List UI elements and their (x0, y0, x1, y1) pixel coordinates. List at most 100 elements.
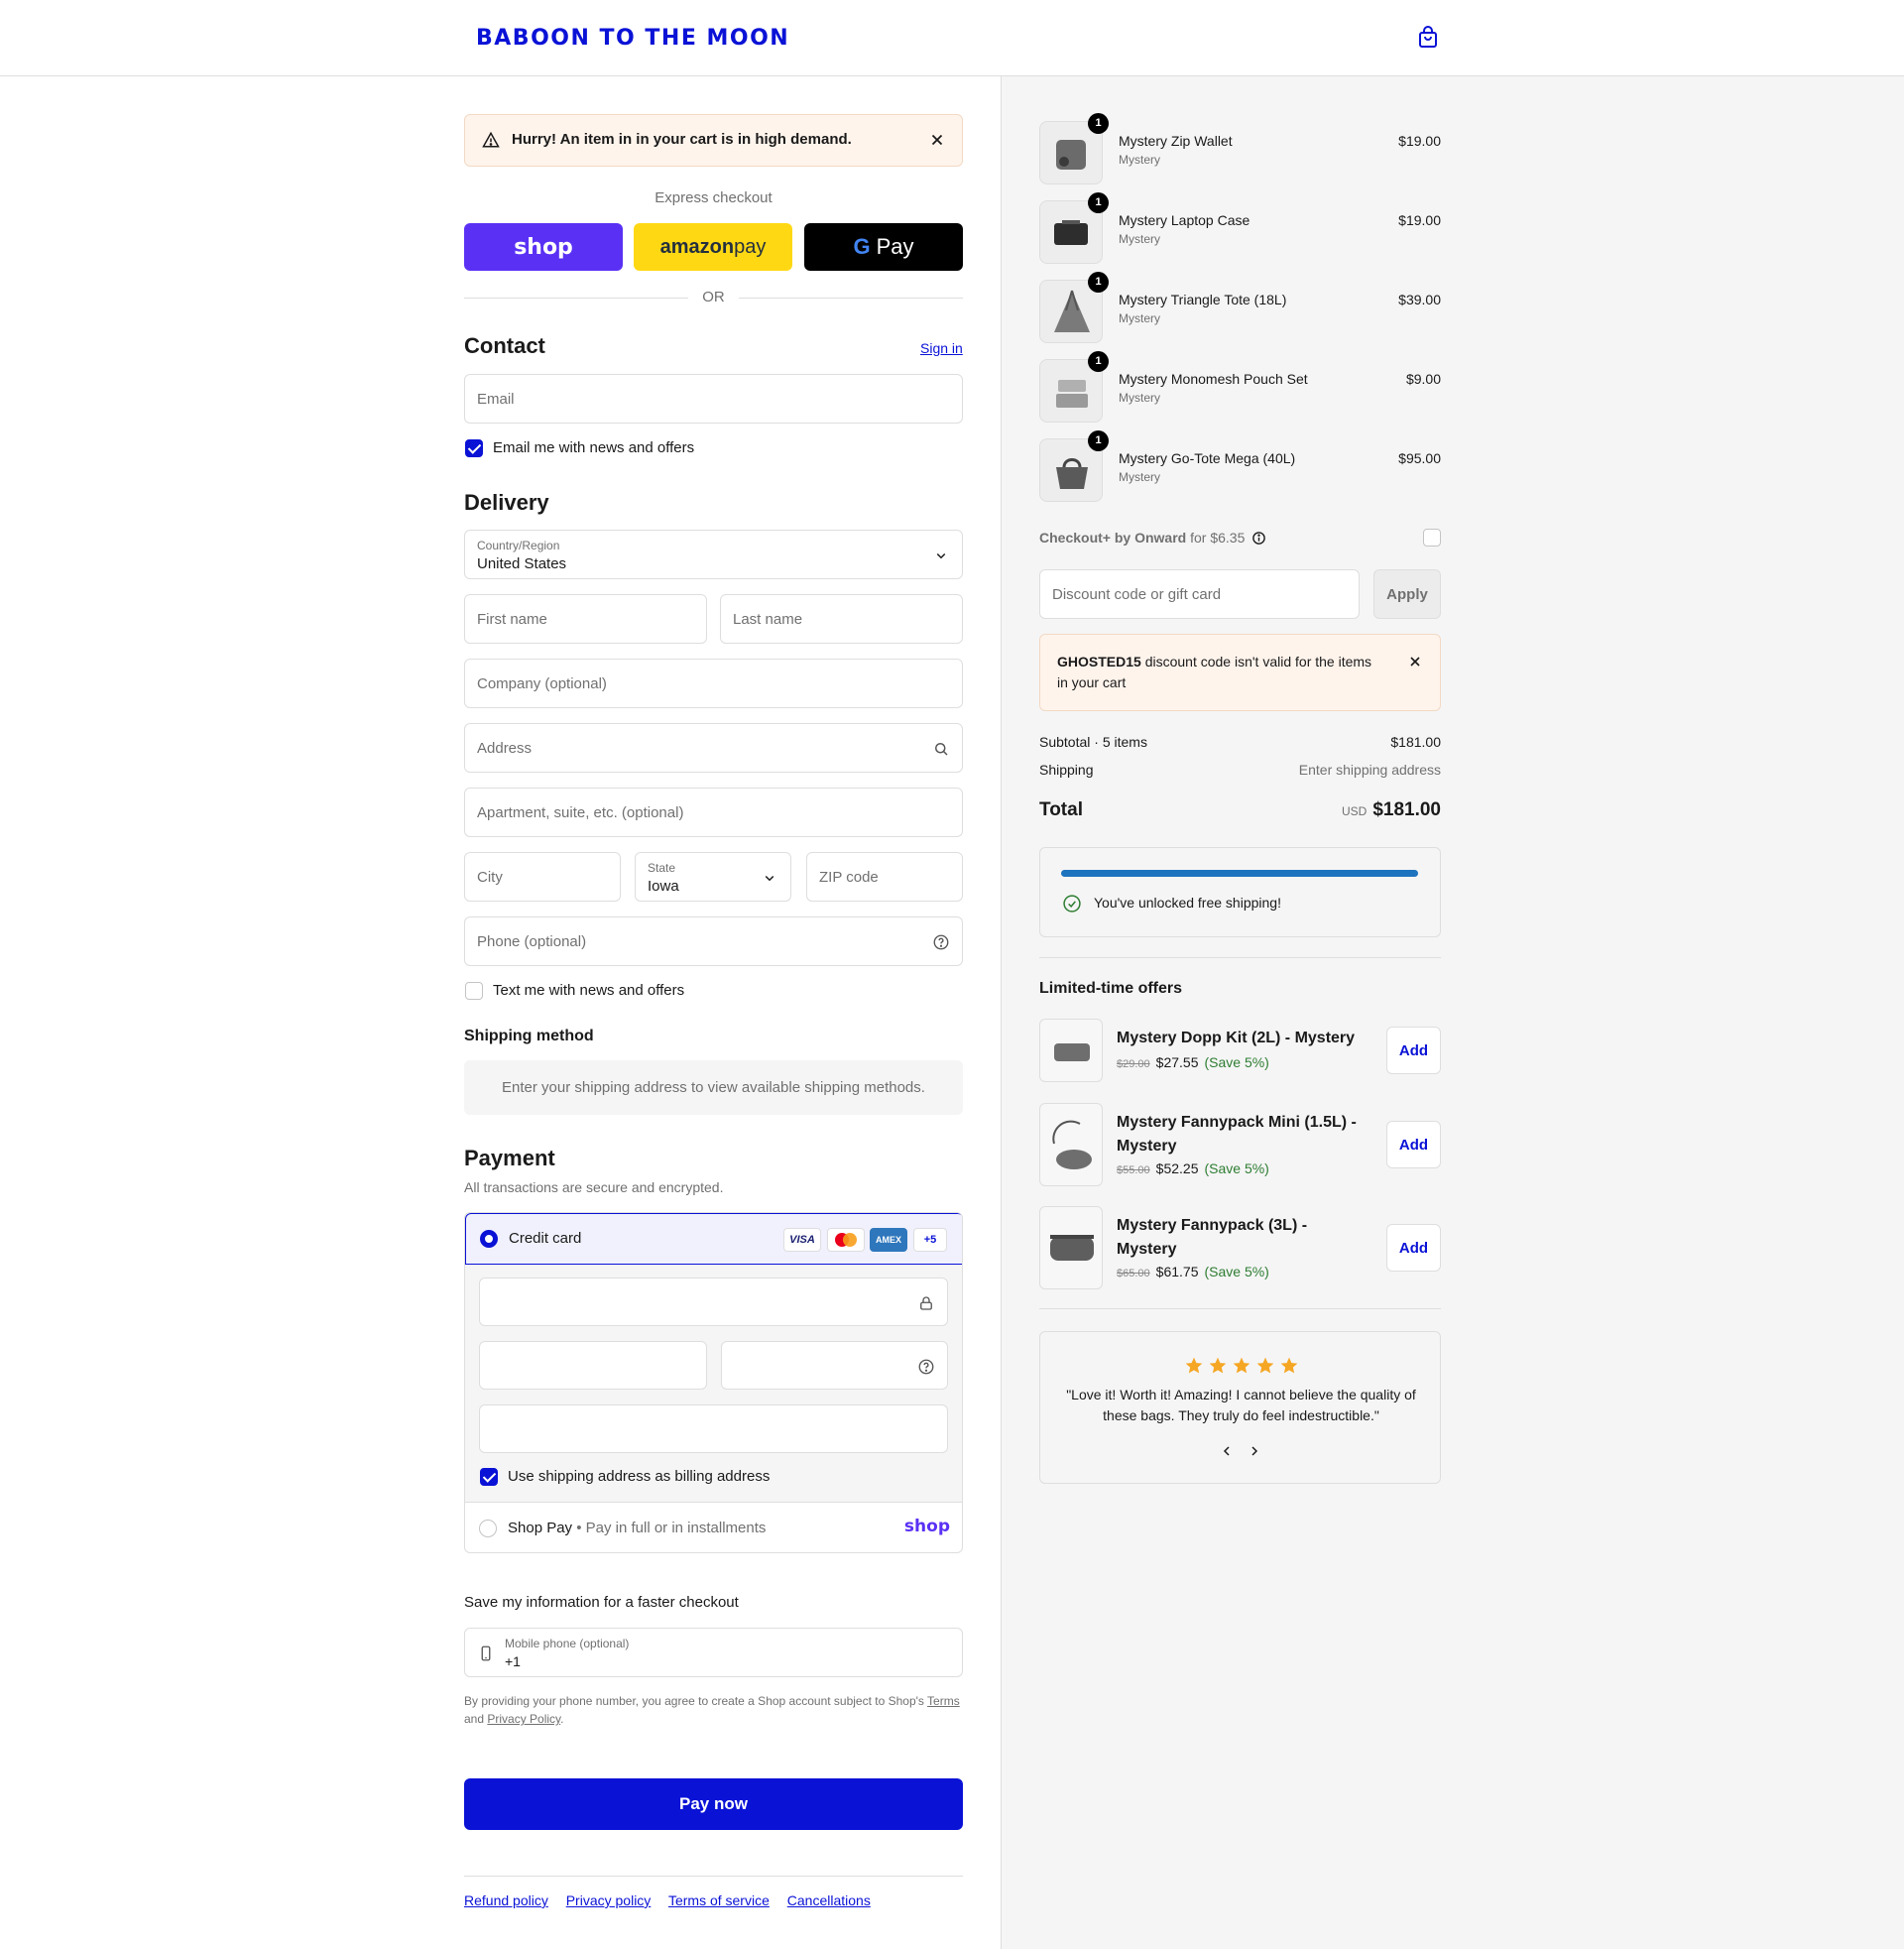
email-field[interactable]: Email (464, 374, 963, 424)
chevron-right-icon[interactable] (1247, 1443, 1262, 1459)
offer-title: Mystery Dopp Kit (2L) - Mystery (1117, 1030, 1356, 1046)
last-name-field[interactable]: Last name (720, 594, 963, 644)
credit-card-option[interactable]: Credit card VISA AMEX +5 (465, 1213, 962, 1265)
google-pay-button[interactable]: G Pay (804, 223, 963, 271)
shop-pay-option[interactable]: Shop Pay • Pay in full or in installment… (465, 1503, 962, 1552)
email-placeholder: Email (477, 391, 515, 408)
country-value: United States (477, 555, 567, 572)
subtotal-value: $181.00 (1390, 734, 1441, 750)
quantity-badge: 1 (1088, 272, 1109, 293)
email-news-checkbox[interactable] (465, 439, 483, 457)
sign-in-link[interactable]: Sign in (920, 340, 963, 356)
cart-item: 1 Mystery Monomesh Pouch Set Mystery $9.… (1039, 351, 1441, 423)
review-stars (1040, 1356, 1442, 1379)
shop-pay-logo: shop (903, 1517, 950, 1536)
refund-policy-link[interactable]: Refund policy (464, 1892, 548, 1908)
checkout-plus-checkbox[interactable] (1423, 529, 1441, 547)
item-variant: Mystery (1119, 391, 1160, 405)
offer-old-price: $55.00 (1117, 1164, 1150, 1176)
help-circle-icon[interactable] (917, 1358, 935, 1376)
name-on-card-field[interactable] (479, 1404, 948, 1453)
add-offer-button[interactable]: Add (1386, 1027, 1441, 1074)
offer-old-price: $29.00 (1117, 1058, 1150, 1070)
add-label: Add (1398, 1041, 1429, 1059)
checkout-plus-row: Checkout+ by Onward for $6.35 (1039, 530, 1245, 546)
product-image (1039, 1206, 1103, 1289)
text-news-checkbox[interactable] (465, 982, 483, 1000)
apply-button[interactable]: Apply (1373, 569, 1441, 619)
first-name-field[interactable]: First name (464, 594, 707, 644)
credit-card-radio[interactable] (480, 1230, 498, 1248)
amex-icon: AMEX (870, 1228, 907, 1252)
discount-error-code: GHOSTED15 (1057, 654, 1141, 670)
close-icon[interactable] (928, 131, 946, 149)
security-code-field[interactable] (721, 1341, 948, 1390)
add-offer-button[interactable]: Add (1386, 1224, 1441, 1272)
review-card: "Love it! Worth it! Amazing! I cannot be… (1039, 1331, 1441, 1484)
billing-address-checkbox[interactable] (480, 1468, 498, 1486)
zip-field[interactable]: ZIP code (806, 852, 963, 902)
product-image (1039, 1019, 1103, 1082)
offer-price-row: $55.00 $52.25 (Save 5%) (1117, 1160, 1269, 1176)
help-circle-icon[interactable] (932, 933, 950, 951)
expiration-field[interactable] (479, 1341, 707, 1390)
payment-methods: Credit card VISA AMEX +5 Use shipping ad… (464, 1212, 963, 1553)
product-image (1039, 1103, 1103, 1186)
terms-of-service-link[interactable]: Terms of service (668, 1892, 770, 1908)
star-icon (1256, 1357, 1273, 1374)
mobile-phone-field[interactable]: Mobile phone (optional) +1 (464, 1628, 963, 1677)
visa-icon: VISA (783, 1228, 821, 1252)
close-icon[interactable] (1407, 654, 1423, 670)
shop-pay-button[interactable]: shop (464, 223, 623, 271)
star-icon (1185, 1357, 1202, 1374)
info-icon[interactable] (1251, 531, 1266, 546)
mastercard-icon (827, 1228, 865, 1252)
state-select[interactable]: State Iowa (635, 852, 791, 902)
item-name: Mystery Monomesh Pouch Set (1119, 371, 1308, 387)
free-shipping-text: You've unlocked free shipping! (1094, 895, 1281, 911)
shop-pay-label: shop (514, 234, 573, 260)
phone-field[interactable]: Phone (optional) (464, 916, 963, 966)
item-name: Mystery Laptop Case (1119, 212, 1250, 228)
item-price: $39.00 (1398, 292, 1441, 307)
apply-label: Apply (1386, 585, 1428, 603)
cart-item: 1 Mystery Zip Wallet Mystery $19.00 (1039, 113, 1441, 184)
terms-link[interactable]: Terms (927, 1694, 960, 1708)
item-name: Mystery Go-Tote Mega (40L) (1119, 450, 1296, 466)
shop-pay-radio[interactable] (479, 1520, 497, 1537)
review-text: "Love it! Worth it! Amazing! I cannot be… (1066, 1387, 1416, 1423)
privacy-policy-link[interactable]: Privacy policy (566, 1892, 652, 1908)
chevron-down-icon (936, 552, 946, 559)
offer-title: Mystery Fannypack (3L) - Mystery (1117, 1217, 1308, 1258)
contact-heading: Contact (464, 333, 545, 358)
item-price: $19.00 (1398, 212, 1441, 228)
address-placeholder: Address (477, 740, 533, 757)
privacy-link[interactable]: Privacy Policy (487, 1712, 560, 1726)
city-field[interactable]: City (464, 852, 621, 902)
discount-placeholder: Discount code or gift card (1052, 586, 1222, 603)
card-number-field[interactable] (479, 1278, 948, 1326)
offer-new-price: $27.55 (1155, 1054, 1199, 1070)
company-field[interactable]: Company (optional) (464, 659, 963, 708)
chevron-left-icon[interactable] (1219, 1443, 1235, 1459)
address-field[interactable]: Address (464, 723, 963, 773)
country-select[interactable]: Country/Region United States (464, 530, 963, 579)
shipping-value: Enter shipping address (1298, 762, 1441, 778)
cancellations-link[interactable]: Cancellations (787, 1892, 871, 1908)
shopping-bag-icon[interactable] (1416, 26, 1440, 50)
star-icon (1280, 1357, 1297, 1374)
search-icon (935, 743, 948, 756)
amazon-pay-button[interactable]: amazon pay (634, 223, 792, 271)
gpay-label: Pay (876, 234, 914, 259)
lock-icon (920, 1296, 932, 1310)
apartment-field[interactable]: Apartment, suite, etc. (optional) (464, 788, 963, 837)
offer-savings: (Save 5%) (1204, 1264, 1269, 1279)
item-variant: Mystery (1119, 153, 1160, 167)
pay-now-button[interactable]: Pay now (464, 1778, 963, 1830)
discount-code-field[interactable]: Discount code or gift card (1039, 569, 1360, 619)
add-offer-button[interactable]: Add (1386, 1121, 1441, 1168)
brand-logo[interactable]: BABOON TO THE MOON (476, 26, 789, 51)
item-variant: Mystery (1119, 311, 1160, 325)
item-name: Mystery Triangle Tote (18L) (1119, 292, 1287, 307)
offer-price-row: $29.00 $27.55 (Save 5%) (1117, 1054, 1269, 1070)
